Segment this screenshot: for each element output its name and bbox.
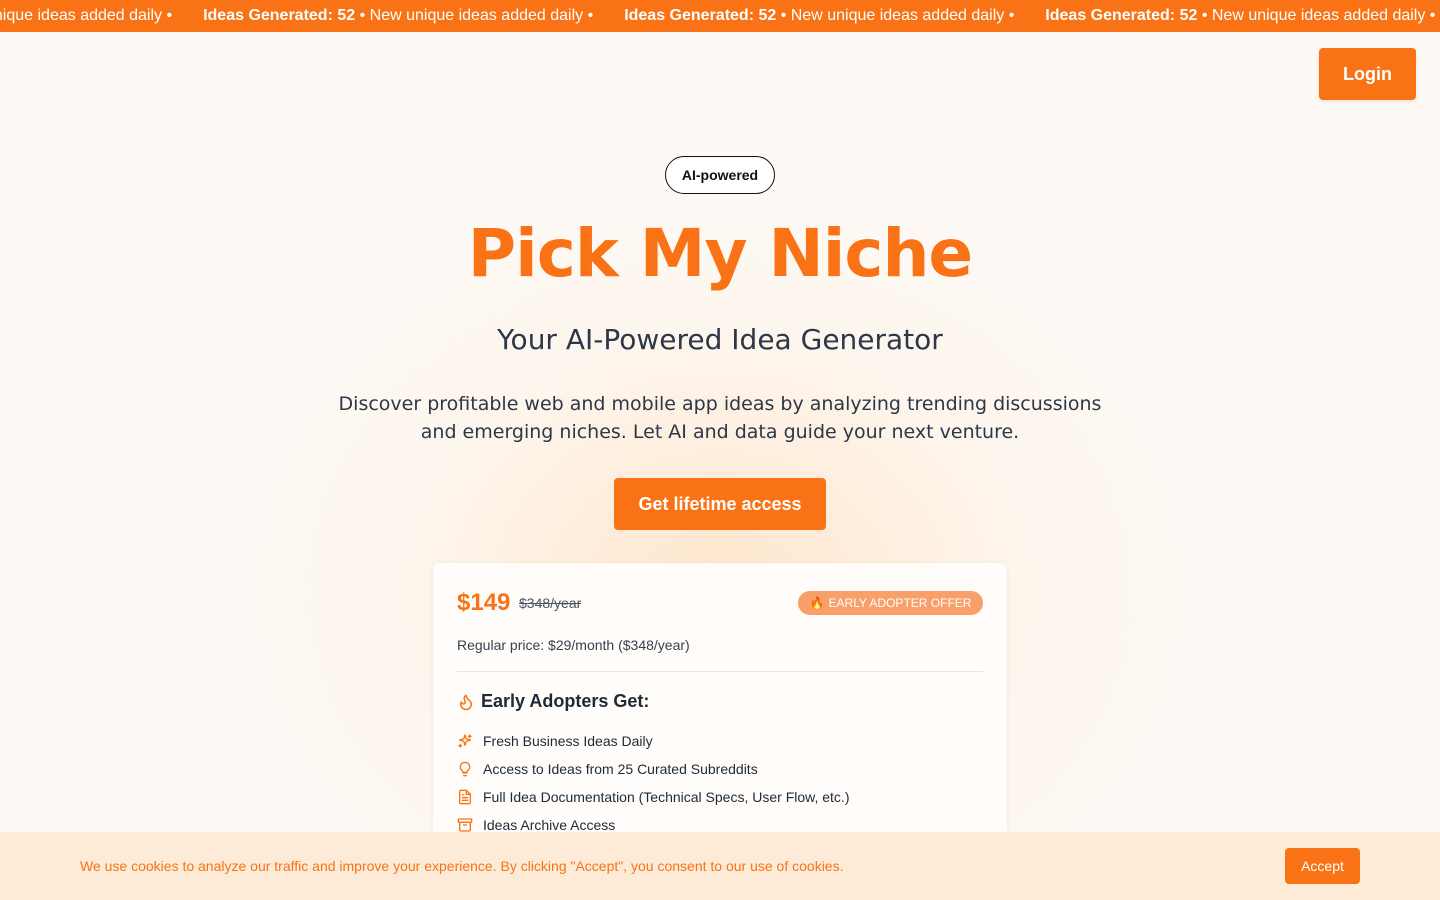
feature-item: Access to Ideas from 25 Curated Subreddi… [457,755,850,783]
adopters-heading-text: Early Adopters Get: [481,691,650,711]
hero-description: Discover profitable web and mobile app i… [338,393,1102,443]
ticker-item: w unique ideas added daily • [0,7,173,24]
accept-cookies-button[interactable]: Accept [1285,848,1360,884]
adopters-heading: Early Adopters Get: [457,691,649,712]
feature-item: Full Idea Documentation (Technical Specs… [457,783,850,811]
sparkles-icon [458,734,472,748]
fire-emoji-icon: 🔥 [809,596,825,610]
ticker-item: Ideas Generated: 52 • New unique ideas a… [624,7,1015,24]
document-icon [459,789,471,805]
feature-list: Fresh Business Ideas Daily Access to Ide… [457,727,850,839]
ticker-item: Ideas Generated: 52 • New unique ideas a… [1045,7,1436,24]
get-lifetime-access-button[interactable]: Get lifetime access [614,478,826,530]
ticker-track: w unique ideas added daily • Ideas Gener… [0,7,1440,25]
early-adopter-badge: 🔥 EARLY ADOPTER OFFER [798,591,983,615]
cookie-banner: We use cookies to analyze our traffic an… [0,832,1440,900]
flame-icon [460,694,472,710]
feature-item: Fresh Business Ideas Daily [457,727,850,755]
login-button[interactable]: Login [1319,48,1416,100]
divider [457,671,983,672]
price: $149 [457,589,511,616]
old-price: $348/year [519,595,582,611]
ticker-item: Ideas Generated: 52 • New unique ideas a… [203,7,594,24]
regular-price: Regular price: $29/month ($348/year) [457,637,690,653]
page-subtitle: Your AI-Powered Idea Generator [497,323,943,356]
archive-icon [457,818,473,832]
pricing-card: $149 $348/year 🔥 EARLY ADOPTER OFFER Reg… [433,563,1007,863]
ai-powered-badge: AI-powered [665,156,775,194]
cookie-text: We use cookies to analyze our traffic an… [80,858,844,874]
offer-label: EARLY ADOPTER OFFER [828,596,972,610]
lightbulb-icon [459,761,471,777]
page-title: Pick My Niche [467,215,973,292]
ticker-banner: w unique ideas added daily • Ideas Gener… [0,0,1440,32]
